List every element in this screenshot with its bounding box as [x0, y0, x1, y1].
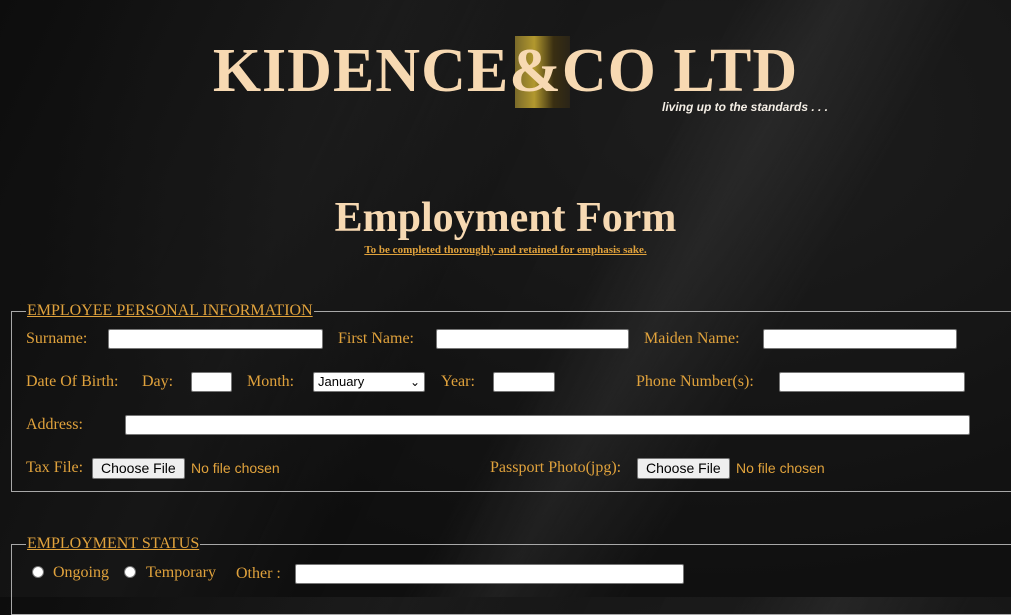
first-name-input[interactable] [436, 329, 629, 349]
page-subtitle: To be completed thoroughly and retained … [364, 244, 647, 256]
passport-photo-status: No file chosen [736, 460, 825, 476]
phone-label: Phone Number(s): [636, 373, 754, 390]
other-label: Other : [236, 565, 281, 582]
logo-text: KIDENCE&CO LTD [212, 37, 799, 105]
address-input[interactable] [125, 415, 970, 435]
month-label: Month: [247, 373, 295, 390]
phone-input[interactable] [779, 372, 965, 392]
ongoing-label: Ongoing [53, 564, 109, 581]
company-logo: KIDENCE&CO LTD [0, 36, 1011, 108]
tax-file-choose-button[interactable]: Choose File [92, 458, 185, 479]
tax-file-status: No file chosen [191, 460, 280, 476]
day-label: Day: [142, 373, 174, 390]
year-label: Year: [441, 373, 475, 390]
passport-photo-label: Passport Photo(jpg): [490, 459, 622, 476]
page-title: Employment Form [334, 195, 677, 241]
ongoing-radio[interactable] [32, 566, 44, 578]
surname-input[interactable] [108, 329, 323, 349]
first-name-label: First Name: [338, 330, 414, 347]
dob-label: Date Of Birth: [26, 373, 119, 390]
temporary-label: Temporary [146, 564, 216, 581]
day-input[interactable] [191, 372, 232, 392]
tax-file-label: Tax File: [26, 459, 84, 476]
month-select[interactable]: January ⌄ [313, 372, 425, 392]
personal-info-legend: EMPLOYEE PERSONAL INFORMATION [27, 302, 313, 319]
temporary-radio[interactable] [124, 566, 136, 578]
passport-photo-choose-button[interactable]: Choose File [637, 458, 730, 479]
employment-status-legend: EMPLOYMENT STATUS [27, 535, 200, 552]
address-label: Address: [26, 416, 83, 433]
year-input[interactable] [493, 372, 555, 392]
other-input[interactable] [295, 564, 684, 584]
maiden-name-input[interactable] [763, 329, 957, 349]
maiden-name-label: Maiden Name: [644, 330, 740, 347]
surname-label: Surname: [26, 330, 88, 347]
chevron-down-icon: ⌄ [409, 375, 420, 389]
month-selected-value: January [318, 374, 365, 389]
